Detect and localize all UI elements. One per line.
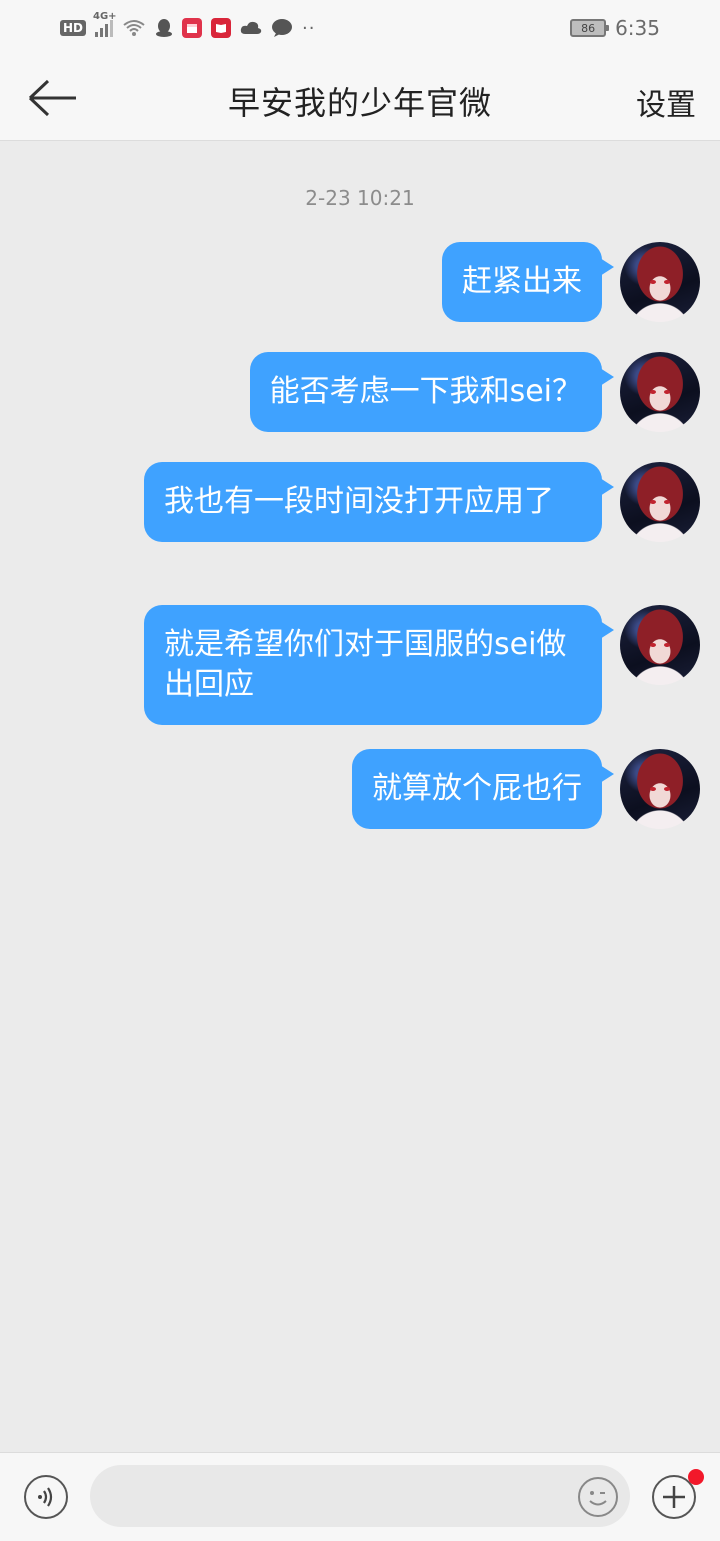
user-avatar[interactable] xyxy=(620,242,700,322)
notification-dot xyxy=(688,1469,704,1485)
cloud-icon xyxy=(240,21,262,34)
message-bubble[interactable]: 我也有一段时间没打开应用了 xyxy=(144,462,614,542)
user-avatar[interactable] xyxy=(620,462,700,542)
voice-input-button[interactable] xyxy=(24,1475,68,1519)
status-left: HD 4G+ ·· xyxy=(60,11,316,39)
more-notifications-icon: ·· xyxy=(302,17,316,39)
wifi-icon xyxy=(123,20,145,36)
voice-icon xyxy=(38,1487,53,1507)
emoji-icon xyxy=(589,1491,607,1506)
input-bar xyxy=(0,1452,720,1541)
message-row: 我也有一段时间没打开应用了 xyxy=(144,462,700,542)
chat-area[interactable]: 2-23 10:21 赶紧出来 能否考虑一下我和sei？ 我也有一段时间没打开应… xyxy=(0,142,720,1452)
status-right: 86 6:35 xyxy=(570,16,660,40)
chat-header: 早安我的少年官微 设置 xyxy=(0,56,720,141)
user-avatar[interactable] xyxy=(620,605,700,685)
message-bubble[interactable]: 能否考虑一下我和sei？ xyxy=(249,352,615,432)
qq-icon xyxy=(156,19,173,37)
calendar-app-icon xyxy=(182,18,203,38)
message-bubble[interactable]: 赶紧出来 xyxy=(442,242,614,322)
settings-button[interactable]: 设置 xyxy=(636,80,696,124)
message-row: 就算放个屁也行 xyxy=(352,749,700,829)
clock: 6:35 xyxy=(615,16,660,40)
message-input[interactable] xyxy=(90,1465,630,1527)
signal-icon: 4G+ xyxy=(93,11,117,37)
message-row: 赶紧出来 xyxy=(442,242,700,322)
message-bubble[interactable]: 就是希望你们对于国服的sei做出回应 xyxy=(144,605,614,725)
message-row: 能否考虑一下我和sei？ xyxy=(249,352,700,432)
battery-icon: 86 xyxy=(570,19,610,37)
emoji-button[interactable] xyxy=(578,1477,618,1517)
plus-icon xyxy=(663,1486,685,1508)
user-avatar[interactable] xyxy=(620,352,700,432)
status-bar: HD 4G+ ·· 86 6:35 xyxy=(0,0,720,56)
book-app-icon xyxy=(211,18,232,38)
message-icon xyxy=(272,19,293,37)
user-avatar[interactable] xyxy=(620,749,700,829)
message-timestamp: 2-23 10:21 xyxy=(305,186,415,210)
message-bubble[interactable]: 就算放个屁也行 xyxy=(352,749,614,829)
message-row: 就是希望你们对于国服的sei做出回应 xyxy=(144,605,700,725)
hd-icon: HD xyxy=(60,20,87,36)
page-title: 早安我的少年官微 xyxy=(227,84,492,122)
network-type-label: 4G+ xyxy=(93,11,117,22)
battery-level: 86 xyxy=(581,21,596,35)
